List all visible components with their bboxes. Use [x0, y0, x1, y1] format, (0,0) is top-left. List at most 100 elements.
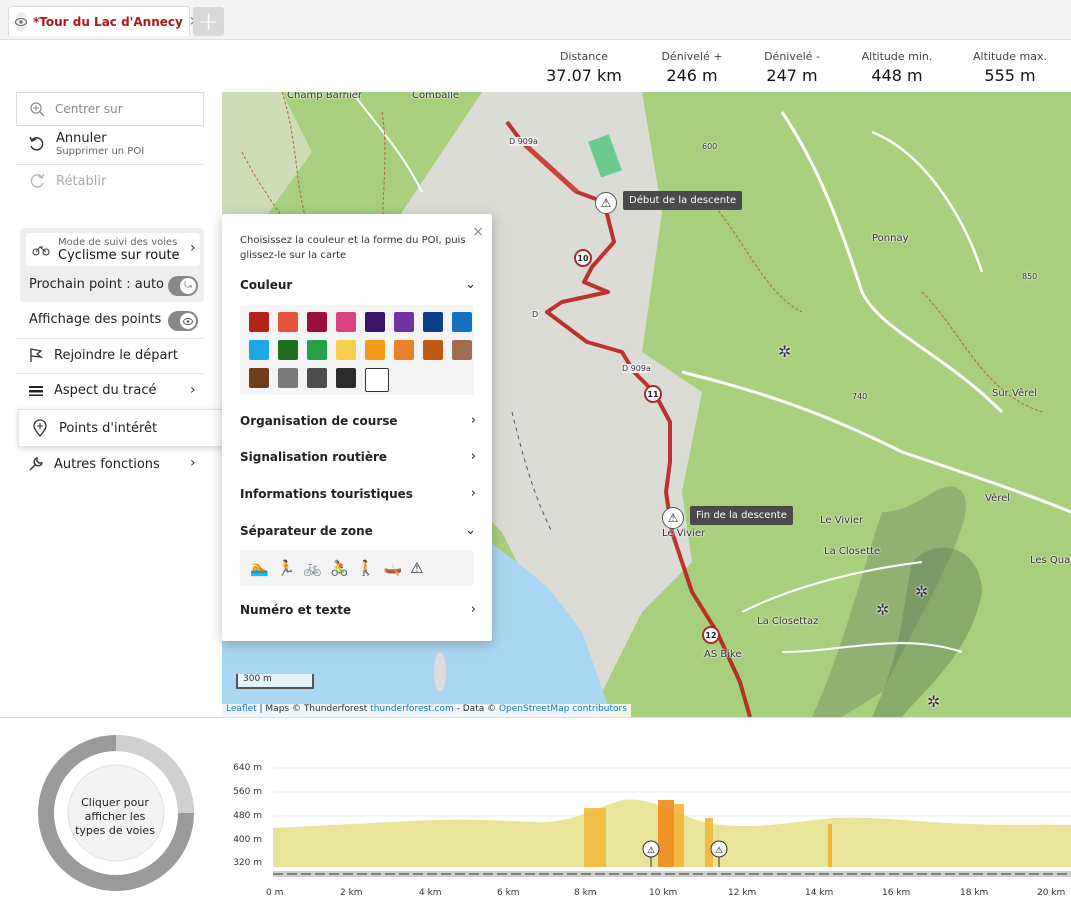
divider — [16, 338, 204, 339]
center-placeholder: Centrer sur — [55, 102, 123, 116]
color-swatch[interactable] — [365, 312, 385, 332]
undo-button[interactable]: Annuler Supprimer un POI — [16, 131, 204, 157]
points-display-toggle[interactable] — [168, 311, 198, 331]
center-search-input[interactable]: Centrer sur — [16, 92, 204, 126]
thunderforest-link[interactable]: thunderforest.com — [370, 704, 454, 714]
color-swatch[interactable] — [278, 340, 298, 360]
section-color[interactable]: Couleur ⌄ — [240, 277, 476, 292]
color-swatch[interactable] — [452, 340, 472, 360]
chevron-right-icon: › — [470, 602, 476, 617]
y-tick: 400 m — [233, 835, 262, 845]
color-palette — [240, 305, 474, 395]
x-tick: 16 km — [882, 888, 911, 898]
color-swatch[interactable] — [365, 340, 385, 360]
close-icon[interactable]: × — [472, 224, 484, 240]
viewpoint-icon: ✲ — [927, 692, 941, 711]
add-tab-button[interactable]: + — [193, 7, 224, 36]
color-swatch[interactable] — [336, 312, 356, 332]
run-icon[interactable]: 🏃 — [277, 559, 296, 577]
svg-text:⚠: ⚠ — [715, 846, 723, 856]
tab-active[interactable]: *Tour du Lac d'Annecy × — [8, 6, 200, 36]
donut-hint: Cliquer pour afficher les types de voies — [75, 796, 155, 837]
kayak-icon[interactable]: 🛶 — [383, 559, 402, 577]
map-pin-plus-icon — [33, 419, 47, 437]
viewpoint-icon: ✲ — [876, 600, 890, 619]
tab-bar: *Tour du Lac d'Annecy × + — [0, 0, 1071, 40]
color-swatch[interactable] — [278, 312, 298, 332]
next-point-toggle[interactable]: ⤿ — [168, 276, 198, 296]
color-swatch[interactable] — [394, 340, 414, 360]
mode-value: Cyclisme sur route — [58, 247, 180, 263]
route-icon: ⤿ — [180, 278, 196, 294]
track-style-button[interactable]: Aspect du tracé — [16, 383, 204, 398]
color-swatch[interactable] — [452, 312, 472, 332]
color-swatch[interactable] — [423, 312, 443, 332]
color-swatch[interactable] — [307, 312, 327, 332]
viewpoint-icon: ✲ — [915, 582, 929, 601]
redo-button[interactable]: Rétablir — [16, 172, 204, 190]
poi-tooltip-start: Début de la descente — [623, 191, 743, 210]
bike-icon[interactable]: 🚲 — [303, 559, 322, 577]
leaflet-link[interactable]: Leaflet — [226, 704, 257, 714]
map-label: Champ Barnier — [287, 92, 363, 101]
cycle-icon[interactable]: 🚴 — [330, 559, 349, 577]
walk-icon[interactable]: 🚶 — [357, 559, 376, 577]
osm-link[interactable]: OpenStreetMap contributors — [499, 704, 627, 714]
map-label: Comballe — [412, 92, 460, 101]
stat-descent: Dénivelé -247 m — [764, 50, 820, 85]
swim-icon[interactable]: 🏊 — [250, 559, 269, 577]
chevron-right-icon: › — [190, 382, 196, 398]
poi-panel: Choisissez la couleur et la forme du POI… — [222, 214, 492, 641]
color-swatch[interactable] — [423, 340, 443, 360]
mode-caption: Mode de suivi des voies — [58, 236, 178, 248]
viewpoint-icon: ✲ — [778, 342, 792, 361]
section-tourism[interactable]: Informations touristiques › — [240, 486, 476, 501]
other-functions-button[interactable]: Autres fonctions — [16, 456, 204, 472]
warning-icon[interactable]: ⚠ — [410, 559, 423, 577]
x-tick: 14 km — [805, 888, 834, 898]
y-tick: 480 m — [233, 811, 262, 821]
km-marker[interactable]: 11 — [644, 385, 662, 403]
warning-icon[interactable]: ⚠ — [662, 507, 684, 529]
color-swatch[interactable] — [249, 312, 269, 332]
section-zone[interactable]: Séparateur de zone ⌄ — [240, 523, 476, 538]
section-number-text[interactable]: Numéro et texte › — [240, 602, 476, 617]
color-swatch[interactable] — [249, 340, 269, 360]
y-tick: 640 m — [233, 763, 262, 773]
warning-icon[interactable]: ⚠ — [595, 192, 617, 214]
km-marker[interactable]: 10 — [574, 249, 592, 267]
color-swatch[interactable] — [307, 340, 327, 360]
poi-menu-button[interactable]: Points d'intérêt — [18, 409, 224, 447]
color-swatch[interactable] — [336, 340, 356, 360]
x-tick: 2 km — [340, 888, 363, 898]
map-label: Sur Vêrel — [992, 388, 1038, 399]
color-swatch[interactable] — [249, 368, 269, 388]
color-swatch[interactable] — [336, 368, 356, 388]
mode-selector[interactable]: Mode de suivi des voies Cyclisme sur rou… — [26, 233, 200, 266]
section-race[interactable]: Organisation de course › — [240, 413, 476, 428]
svg-text:⚠: ⚠ — [647, 846, 655, 856]
chevron-right-icon: › — [190, 240, 196, 256]
map-label: Les Quar — [1030, 555, 1071, 566]
color-swatch[interactable] — [278, 368, 298, 388]
eye-icon[interactable] — [15, 11, 27, 32]
join-start-button[interactable]: Rejoindre le départ — [16, 347, 204, 363]
tab-title: *Tour du Lac d'Annecy — [33, 14, 183, 29]
y-tick: 560 m — [233, 787, 262, 797]
elevation-profile[interactable]: ⚠ ⚠ — [273, 752, 1071, 882]
map-label: Le Vivier — [820, 515, 864, 526]
y-tick: 320 m — [233, 858, 262, 868]
lines-icon — [29, 385, 43, 396]
km-marker[interactable]: 12 — [702, 626, 720, 644]
map-label: La Closettaz — [757, 616, 819, 627]
redo-icon — [30, 173, 45, 188]
map-label: Le Vivier — [662, 528, 706, 539]
x-tick: 6 km — [497, 888, 520, 898]
color-swatch[interactable] — [365, 368, 389, 392]
color-swatch[interactable] — [394, 312, 414, 332]
section-road-signs[interactable]: Signalisation routière › — [240, 449, 476, 464]
color-swatch[interactable] — [307, 368, 327, 388]
track-style-label: Aspect du tracé — [54, 383, 157, 398]
map-label: AS Bike — [704, 649, 742, 660]
join-start-label: Rejoindre le départ — [54, 347, 178, 363]
